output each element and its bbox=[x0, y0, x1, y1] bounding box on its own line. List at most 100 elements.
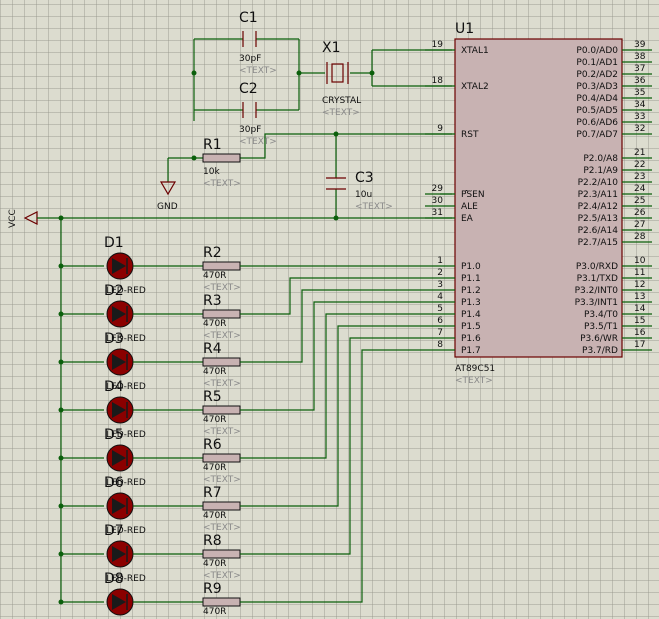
r1-symbol[interactable] bbox=[202, 153, 241, 163]
c1-symbol[interactable] bbox=[242, 31, 257, 47]
resistor-value: 470R bbox=[203, 271, 226, 281]
resistor-ref: R7 bbox=[203, 485, 222, 501]
schematic-canvas[interactable]: U1 AT89C51 <TEXT> 19 XTAL1 18 XTAL2 9 RST 29 PS… bbox=[0, 0, 659, 619]
mcu-pin-number: 27 bbox=[634, 220, 645, 230]
c3-symbol[interactable] bbox=[326, 177, 346, 190]
mcu-pin-name: XTAL1 bbox=[461, 46, 489, 56]
junction bbox=[58, 503, 64, 509]
x1-ref: X1 bbox=[322, 40, 341, 56]
mcu-pin-name: P1.5 bbox=[461, 322, 481, 332]
resistor-value: 470R bbox=[203, 559, 226, 569]
junction bbox=[191, 70, 197, 76]
resistor-symbol[interactable] bbox=[202, 549, 241, 559]
mcu-pin-name: P2.1/A9 bbox=[583, 166, 618, 176]
port-wire bbox=[240, 301, 425, 411]
resistor-value: 470R bbox=[203, 415, 226, 425]
r1-value: 10k bbox=[203, 167, 220, 177]
mcu-pin-number: 29 bbox=[432, 184, 444, 194]
mcu-pin-number: 19 bbox=[432, 40, 444, 50]
resistor-ref: R6 bbox=[203, 437, 222, 453]
mcu-pin-number: 6 bbox=[437, 316, 443, 326]
led-ref: D5 bbox=[104, 427, 124, 443]
mcu-pin-number: 38 bbox=[634, 52, 646, 62]
led-ref: D1 bbox=[104, 235, 124, 251]
mcu-pin-name: P0.7/AD7 bbox=[576, 130, 618, 140]
r1-ref: R1 bbox=[203, 137, 222, 153]
mcu-pin-number: 18 bbox=[432, 76, 444, 86]
led-ref: D8 bbox=[104, 571, 124, 587]
junction bbox=[58, 551, 64, 557]
mcu-pin-number: 15 bbox=[634, 316, 645, 326]
port-wire bbox=[240, 277, 425, 315]
mcu-pin-name: P2.5/A13 bbox=[578, 214, 618, 224]
mcu-pin-name: P2.2/A10 bbox=[578, 178, 619, 188]
mcu-pin-number: 3 bbox=[437, 280, 443, 290]
port-wire bbox=[240, 313, 425, 459]
mcu-pin-name: P3.7/RD bbox=[582, 346, 618, 356]
resistor-symbol[interactable] bbox=[202, 453, 241, 463]
resistor-symbol[interactable] bbox=[202, 261, 241, 271]
mcu-pin-number: 32 bbox=[634, 124, 645, 134]
mcu-pin-number: 4 bbox=[437, 292, 443, 302]
mcu-pin-name: RST bbox=[461, 130, 479, 140]
mcu-text-tag: <TEXT> bbox=[455, 376, 493, 386]
junction bbox=[58, 359, 64, 365]
x1-text-tag: <TEXT> bbox=[322, 108, 360, 118]
mcu-pin-name: P0.6/AD6 bbox=[576, 118, 618, 128]
c1-ref: C1 bbox=[239, 10, 258, 26]
resistor-symbol[interactable] bbox=[202, 501, 241, 511]
c3-text-tag: <TEXT> bbox=[355, 202, 393, 212]
mcu-pin-number: 2 bbox=[437, 268, 443, 278]
c3-value: 10u bbox=[355, 190, 372, 200]
port-wire bbox=[240, 349, 425, 603]
mcu-pin-number: 8 bbox=[437, 340, 443, 350]
x1-body[interactable] bbox=[331, 63, 344, 83]
mcu-pin-number: 22 bbox=[634, 160, 645, 170]
mcu-pin-number: 25 bbox=[634, 196, 645, 206]
mcu-pin-number: 14 bbox=[634, 304, 646, 314]
schematic-svg: U1 AT89C51 <TEXT> 19XTAL118XTAL29RST29PS… bbox=[8, 10, 652, 617]
mcu-pin-name: P0.1/AD1 bbox=[576, 58, 618, 68]
resistor-text-tag: <TEXT> bbox=[203, 571, 241, 581]
mcu-pin-number: 37 bbox=[634, 64, 645, 74]
mcu-pin-number: 9 bbox=[437, 124, 443, 134]
mcu-pin-name: P0.4/AD4 bbox=[576, 94, 618, 104]
junction bbox=[58, 263, 64, 269]
resistor-value: 470R bbox=[203, 607, 226, 617]
mcu-pin-name: P0.3/AD3 bbox=[576, 82, 618, 92]
mcu-pin-number: 36 bbox=[634, 76, 646, 86]
x1-plates[interactable] bbox=[326, 62, 349, 84]
x1-value: CRYSTAL bbox=[322, 96, 361, 106]
mcu-ref: U1 bbox=[455, 21, 474, 37]
mcu-pin-name: P2.7/A15 bbox=[578, 238, 618, 248]
led-ref: D6 bbox=[104, 475, 124, 491]
resistor-symbol[interactable] bbox=[202, 405, 241, 415]
junction bbox=[191, 155, 197, 161]
mcu-pin-number: 12 bbox=[634, 280, 645, 290]
mcu-pin-number: 11 bbox=[634, 268, 645, 278]
mcu-pin-name: P3.1/TXD bbox=[577, 274, 618, 284]
mcu-pin-name: P2.4/A12 bbox=[578, 202, 618, 212]
resistor-ref: R8 bbox=[203, 533, 222, 549]
mcu-pin-name: P1.0 bbox=[461, 262, 481, 272]
led-ref: D3 bbox=[104, 331, 124, 347]
mcu-pin-name: P1.2 bbox=[461, 286, 481, 296]
c1-value: 30pF bbox=[239, 54, 261, 64]
resistor-ref: R5 bbox=[203, 389, 222, 405]
port-wire bbox=[240, 325, 425, 507]
c2-symbol[interactable] bbox=[242, 102, 257, 118]
resistor-value: 470R bbox=[203, 511, 226, 521]
c2-ref: C2 bbox=[239, 81, 258, 97]
resistor-symbol[interactable] bbox=[202, 597, 241, 607]
mcu-pin-name: P1.3 bbox=[461, 298, 481, 308]
resistor-value: 470R bbox=[203, 463, 226, 473]
resistor-text-tag: <TEXT> bbox=[203, 283, 241, 293]
resistor-ref: R3 bbox=[203, 293, 222, 309]
resistor-symbol[interactable] bbox=[202, 309, 241, 319]
resistor-symbol[interactable] bbox=[202, 357, 241, 367]
mcu-pin-name: P0.5/AD5 bbox=[576, 106, 618, 116]
c1-text-tag: <TEXT> bbox=[239, 66, 277, 76]
mcu-pin-number: 30 bbox=[432, 196, 444, 206]
c2-text-tag: <TEXT> bbox=[239, 137, 277, 147]
vcc-label: VCC bbox=[8, 209, 18, 228]
